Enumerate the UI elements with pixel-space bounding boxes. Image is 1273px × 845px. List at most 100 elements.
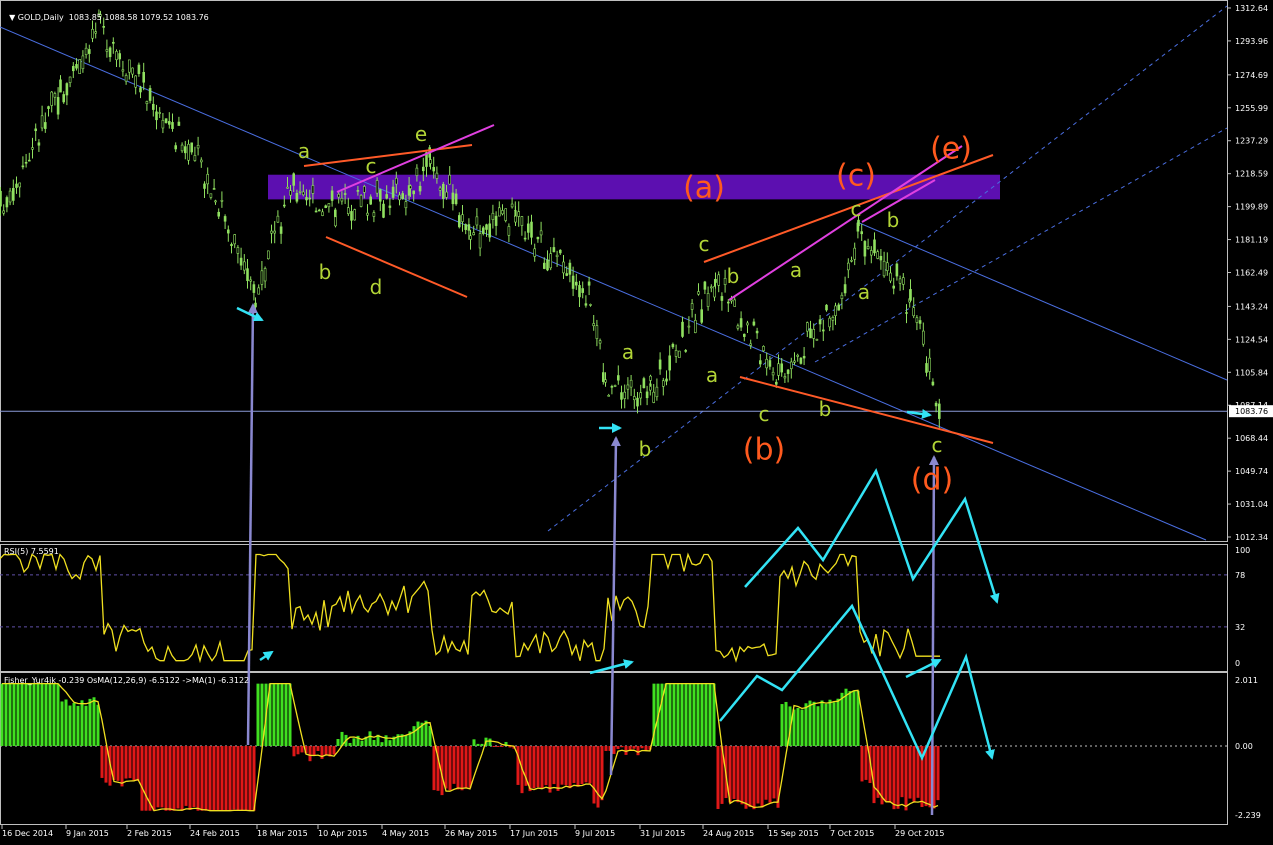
wave-label-minor: a bbox=[789, 258, 803, 282]
candle-body bbox=[295, 192, 299, 202]
fisher-histogram-bar bbox=[736, 746, 740, 803]
fisher-histogram-bar bbox=[20, 683, 24, 746]
rsi-tick-label: 0 bbox=[1235, 659, 1240, 668]
fisher-histogram-bar bbox=[56, 683, 60, 746]
fisher-histogram-bar bbox=[60, 701, 64, 746]
wave-label-minor: c bbox=[365, 154, 377, 178]
fisher-histogram-bar bbox=[680, 683, 684, 746]
fisher-histogram-bar bbox=[424, 720, 428, 746]
price-tick-label: 1293.96 bbox=[1235, 37, 1268, 46]
candle-body bbox=[273, 230, 277, 234]
fisher-histogram-bar bbox=[188, 746, 192, 810]
candle-body bbox=[589, 304, 592, 306]
candle-body bbox=[921, 330, 925, 345]
fisher-histogram-bar bbox=[224, 746, 228, 811]
candle-body bbox=[88, 49, 91, 54]
candle-body bbox=[717, 274, 721, 286]
fisher-histogram-bar bbox=[452, 746, 456, 784]
fisher-histogram-bar bbox=[812, 701, 816, 746]
fisher-histogram-bar bbox=[332, 746, 336, 755]
candle-body bbox=[812, 329, 816, 339]
fisher-histogram-bar bbox=[864, 746, 868, 780]
date-tick-label: 2 Feb 2015 bbox=[127, 829, 172, 838]
candle-body bbox=[356, 190, 360, 192]
candle-body bbox=[227, 229, 230, 234]
candle-body bbox=[584, 303, 588, 306]
date-tick-label: 7 Oct 2015 bbox=[830, 829, 874, 838]
fisher-histogram-bar bbox=[156, 746, 160, 808]
fisher-histogram-bar bbox=[676, 683, 680, 746]
candle-body bbox=[488, 223, 492, 238]
candle-body bbox=[47, 106, 50, 109]
candle-body bbox=[24, 161, 28, 164]
rsi-tick-label: 32 bbox=[1235, 623, 1245, 632]
candle-body bbox=[623, 391, 627, 399]
candle-body bbox=[789, 361, 793, 369]
fisher-histogram-bar bbox=[288, 683, 292, 746]
fisher-histogram-bar bbox=[688, 683, 692, 746]
candle-body bbox=[901, 277, 905, 285]
fisher-histogram-bar bbox=[456, 746, 460, 790]
fisher-histogram-bar bbox=[492, 746, 496, 747]
candle-body bbox=[546, 259, 549, 271]
candle-body bbox=[755, 330, 759, 334]
fisher-histogram-bar bbox=[208, 746, 212, 811]
candle-body bbox=[435, 172, 439, 179]
wave-label-minor: c bbox=[931, 433, 943, 457]
candle-body bbox=[536, 236, 540, 240]
candle-body bbox=[171, 122, 174, 129]
candle-body bbox=[214, 200, 217, 203]
candle-body bbox=[491, 212, 495, 220]
candle-body bbox=[418, 185, 422, 192]
price-tick-label: 1199.89 bbox=[1235, 203, 1268, 212]
candle-body bbox=[84, 47, 88, 55]
candle-body bbox=[555, 254, 559, 258]
candle-body bbox=[330, 190, 334, 201]
candle-body bbox=[8, 190, 12, 203]
fisher-histogram-bar bbox=[696, 683, 700, 746]
candle-body bbox=[279, 226, 283, 234]
fisher-histogram-bar bbox=[240, 746, 244, 811]
candle-body bbox=[206, 174, 209, 185]
candle-body bbox=[398, 194, 401, 201]
candle-body bbox=[37, 142, 41, 146]
candle-body bbox=[50, 91, 54, 106]
candle-body bbox=[771, 371, 775, 376]
candle-body bbox=[749, 343, 753, 346]
wave-label-major: (d) bbox=[910, 462, 954, 498]
candle-body bbox=[507, 226, 511, 236]
candle-body bbox=[394, 177, 398, 185]
candle-body bbox=[152, 103, 155, 110]
candle-body bbox=[649, 375, 652, 381]
candle-body bbox=[626, 384, 630, 390]
candle-body bbox=[286, 186, 289, 189]
candle-body bbox=[236, 247, 240, 254]
candle-body bbox=[12, 188, 15, 201]
candle-body bbox=[40, 115, 44, 129]
candle-body bbox=[337, 193, 341, 198]
candle-body bbox=[815, 338, 819, 341]
fisher-histogram-bar bbox=[140, 746, 144, 811]
candle-body bbox=[494, 215, 498, 226]
fisher-histogram-bar bbox=[544, 746, 548, 786]
candle-body bbox=[121, 69, 125, 72]
candle-body bbox=[777, 363, 780, 376]
candle-body bbox=[530, 221, 533, 238]
fisher-histogram-bar bbox=[840, 692, 844, 746]
candle-body bbox=[655, 386, 659, 398]
candle-body bbox=[254, 302, 257, 308]
fisher-histogram-bar bbox=[168, 746, 172, 811]
candle-body bbox=[720, 296, 724, 301]
candle-body bbox=[155, 111, 158, 121]
candle-body bbox=[517, 211, 521, 217]
candle-body bbox=[142, 72, 145, 83]
price-tick-label: 1012.34 bbox=[1235, 533, 1268, 542]
fisher-histogram-bar bbox=[816, 706, 820, 746]
candle-body bbox=[68, 76, 72, 83]
fisher-tick-label: 0.00 bbox=[1235, 742, 1253, 751]
fisher-histogram-bar bbox=[852, 690, 856, 746]
chart-menu-icon[interactable]: ▼ bbox=[9, 13, 18, 22]
candle-body bbox=[876, 251, 880, 259]
candle-body bbox=[549, 253, 553, 269]
candle-body bbox=[831, 317, 835, 321]
